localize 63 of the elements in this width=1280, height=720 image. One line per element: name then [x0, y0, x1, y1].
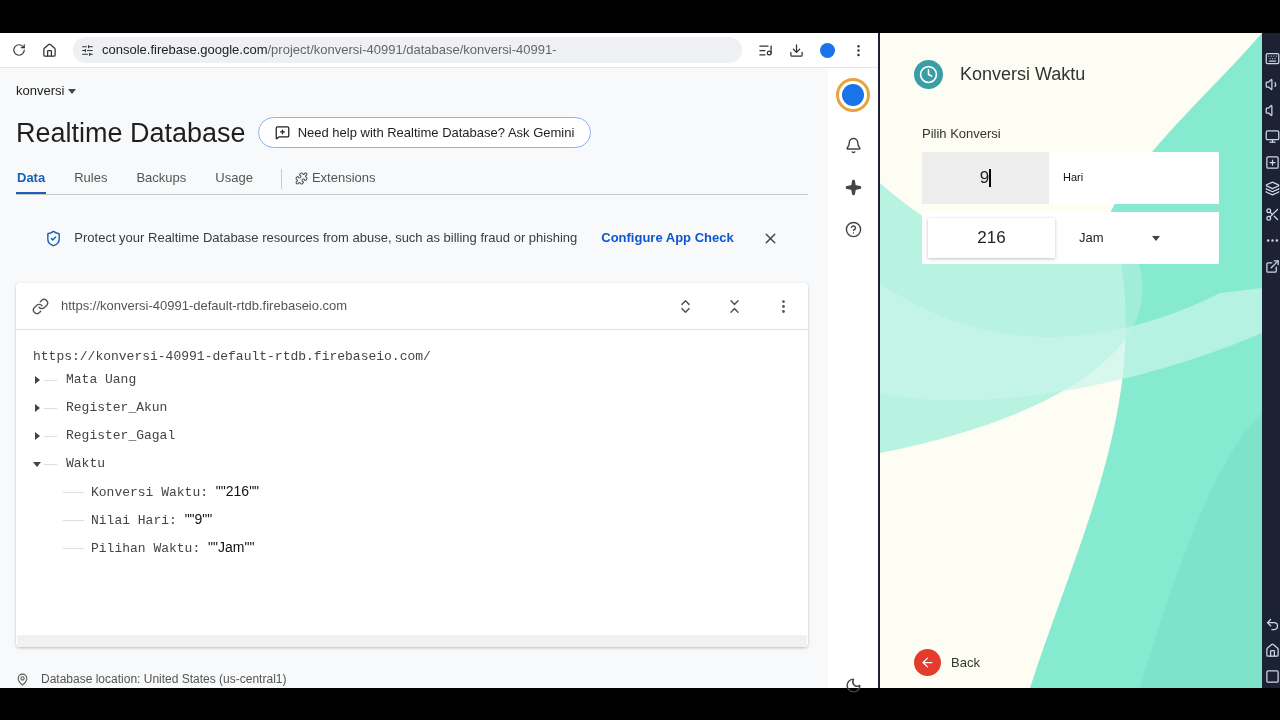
tree-node[interactable]: Waktu: [66, 454, 105, 474]
tree-leaf[interactable]: Konversi Waktu: ""216"": [91, 481, 260, 503]
url-text: console.firebase.google.com/project/konversi-40991/database/konversi-40991-: [102, 41, 557, 60]
scissors-icon[interactable]: [1265, 207, 1280, 222]
tree-node[interactable]: Mata Uang: [66, 370, 137, 390]
unit-label: Hari: [1063, 170, 1084, 186]
link-icon: [32, 297, 49, 315]
add-icon[interactable]: [1265, 155, 1280, 170]
clock-icon: [914, 60, 943, 89]
horizontal-scrollbar[interactable]: [17, 635, 807, 647]
screen-icon[interactable]: [1265, 129, 1280, 144]
tree-leaf[interactable]: Pilihan Waktu: ""Jam"": [91, 537, 255, 559]
result-field[interactable]: 216: [928, 217, 1055, 258]
expanded-caret-icon[interactable]: [33, 460, 41, 468]
notification-icon[interactable]: [844, 137, 862, 154]
collapsed-caret-icon[interactable]: [33, 404, 41, 412]
expanded-caret-icon[interactable]: [68, 86, 77, 95]
home-icon[interactable]: [42, 42, 57, 58]
tab[interactable]: Rules: [73, 164, 109, 194]
tree-node[interactable]: Register_Akun: [66, 398, 168, 418]
keyboard-icon[interactable]: [1265, 51, 1280, 66]
database-location: Database location: United States (us-central1): [41, 671, 287, 688]
dark-mode-icon[interactable]: [844, 677, 862, 694]
reload-icon[interactable]: [12, 43, 26, 57]
download-icon[interactable]: [789, 42, 804, 58]
external-icon[interactable]: [1265, 259, 1280, 274]
app-logo-icon[interactable]: [836, 78, 870, 112]
tab[interactable]: Usage: [214, 164, 254, 194]
site-settings-icon[interactable]: [81, 43, 94, 57]
recents-nav-icon[interactable]: [1265, 669, 1280, 684]
form-label: Pilih Konversi: [922, 125, 1002, 143]
chat-icon: [274, 125, 290, 141]
profile-icon[interactable]: [820, 42, 835, 58]
sparkle-icon[interactable]: [844, 179, 862, 196]
database-url: https://konversi-40991-default-rtdb.firebaseio.com: [61, 297, 349, 316]
ask-gemini-button[interactable]: Need help with Realtime Database? Ask Gemini: [257, 117, 592, 149]
tree-leaf[interactable]: Nilai Hari: ""9"": [91, 509, 213, 531]
home-nav-icon[interactable]: [1265, 643, 1280, 658]
back-icon: [914, 649, 941, 676]
tab[interactable]: Extensions: [293, 164, 377, 194]
tree-node[interactable]: Register_Gagal: [66, 426, 176, 446]
media-icon[interactable]: [758, 42, 773, 58]
database-root: https://konversi-40991-default-rtdb.firebaseio.com/: [33, 348, 432, 366]
app-title: Konversi Waktu: [960, 63, 1086, 86]
expanded-caret-icon[interactable]: [1151, 233, 1160, 242]
unit-dropdown[interactable]: Jam: [1061, 211, 1160, 264]
layers-icon[interactable]: [1265, 181, 1280, 196]
address-bar[interactable]: console.firebase.google.com/project/konversi-40991/database/konversi-40991-: [73, 37, 742, 63]
configure-app-check-link[interactable]: Configure App Check: [601, 228, 734, 248]
back-button[interactable]: Back: [914, 649, 1220, 676]
location-icon: [16, 672, 29, 686]
banner-text: Protect your Realtime Database resources from abuse, such as billing fraud or phishing: [74, 229, 578, 248]
page-title: Realtime Database: [16, 116, 246, 150]
collapsed-caret-icon[interactable]: [33, 376, 41, 384]
tab[interactable]: Backups: [135, 164, 188, 194]
tab[interactable]: Data: [16, 164, 47, 194]
project-selector[interactable]: konversi: [16, 81, 65, 101]
back-nav-icon[interactable]: [1265, 617, 1280, 632]
shield-icon: [45, 229, 63, 247]
help-icon[interactable]: [844, 221, 862, 238]
collapsed-caret-icon[interactable]: [33, 432, 41, 440]
number-input[interactable]: 9: [922, 151, 1049, 204]
puzzle-icon: [294, 171, 308, 185]
